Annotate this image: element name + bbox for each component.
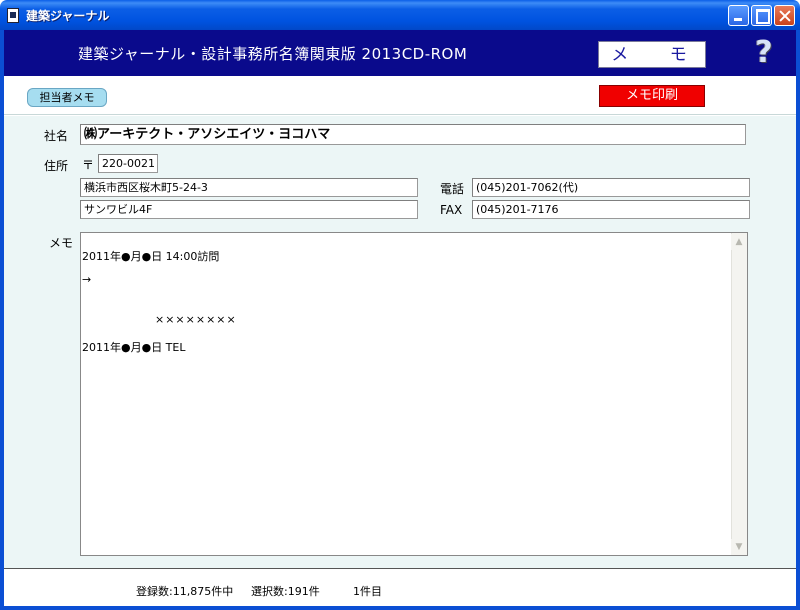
- window-frame-bottom: [0, 606, 800, 610]
- tel-label: 電話: [440, 182, 465, 196]
- app-icon: [7, 8, 19, 23]
- memo-scrollbar[interactable]: [731, 233, 747, 555]
- tanto-memo-button[interactable]: 担当者メモ: [27, 88, 107, 107]
- title-bar[interactable]: [0, 0, 800, 30]
- app-title: 建築ジャーナル・設計事務所名簿関東版 2013CD-ROM: [78, 45, 468, 63]
- memo-line: →: [82, 273, 92, 286]
- help-icon[interactable]: ?: [752, 37, 776, 69]
- selected-count: 選択数:191件: [251, 585, 320, 598]
- current-record: 1件目: [353, 585, 382, 598]
- zip-mark: 〒: [82, 158, 95, 172]
- status-bar: [4, 568, 796, 606]
- close-button[interactable]: [774, 5, 795, 26]
- maximize-button[interactable]: [751, 5, 772, 26]
- address-line1-field[interactable]: 横浜市西区桜木町5-24-3: [80, 178, 418, 197]
- memo-textarea[interactable]: [80, 232, 748, 556]
- memo-line: 2011年●月●日 14:00訪問: [82, 250, 220, 263]
- memo-line: ××××××××: [155, 313, 237, 326]
- memo-label: メモ: [49, 236, 74, 250]
- registered-count: 登録数:11,875件中: [136, 585, 234, 598]
- address-line2-field[interactable]: サンワビル4F: [80, 200, 418, 219]
- memo-button[interactable]: メ モ: [598, 41, 706, 68]
- tel-field[interactable]: (045)201-7062(代): [472, 178, 750, 197]
- fax-field[interactable]: (045)201-7176: [472, 200, 750, 219]
- minimize-button[interactable]: [728, 5, 749, 26]
- company-label: 社名: [44, 129, 69, 143]
- window-frame-right: [796, 30, 800, 610]
- memo-print-button[interactable]: メモ印刷: [599, 85, 705, 107]
- memo-line: 2011年●月●日 TEL: [82, 341, 186, 354]
- scroll-up-icon[interactable]: ▲: [731, 234, 747, 250]
- window-title: 建築ジャーナル: [26, 9, 110, 23]
- company-field[interactable]: ㈱アーキテクト・アソシエイツ・ヨコハマ: [80, 124, 746, 145]
- scroll-down-icon[interactable]: ▼: [731, 539, 747, 555]
- zip-field[interactable]: 220-0021: [98, 154, 158, 173]
- address-label: 住所: [44, 159, 69, 173]
- fax-label: FAX: [440, 203, 463, 217]
